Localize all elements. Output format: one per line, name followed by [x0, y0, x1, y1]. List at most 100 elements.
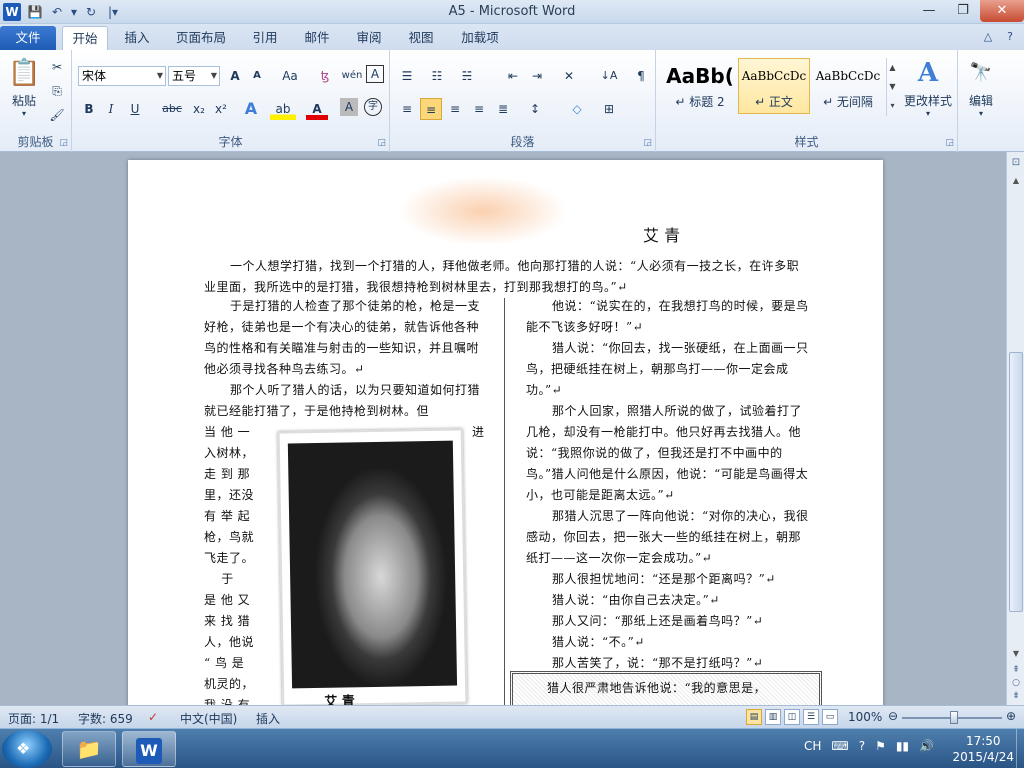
- styles-gallery-scroll[interactable]: ▲ ▼ ▾: [886, 58, 898, 116]
- paste-button[interactable]: 📋 粘贴 ▾: [4, 56, 44, 118]
- tab-view[interactable]: 视图: [398, 26, 444, 50]
- shrink-font-icon[interactable]: A: [246, 65, 268, 87]
- font-color-icon[interactable]: A: [306, 98, 328, 120]
- restore-button[interactable]: ❐: [946, 0, 980, 22]
- zoom-out-icon[interactable]: ⊖: [888, 709, 898, 723]
- show-marks-icon[interactable]: ¶: [630, 65, 652, 87]
- proofing-icon[interactable]: ✓: [148, 710, 158, 724]
- chinese-layout-icon[interactable]: ✕: [558, 65, 580, 87]
- help-icon[interactable]: ?: [1002, 29, 1018, 45]
- zoom-in-icon[interactable]: ⊕: [1006, 709, 1016, 723]
- multilevel-list-icon[interactable]: ☵: [456, 65, 478, 87]
- action-center-icon[interactable]: ⚑: [875, 739, 886, 753]
- outline-view-icon[interactable]: ☰: [803, 709, 819, 725]
- start-button[interactable]: ❖: [2, 730, 52, 768]
- sort-icon[interactable]: ↓A: [596, 65, 622, 87]
- ruler-toggle-icon[interactable]: ⊡: [1009, 156, 1023, 170]
- help-tray-icon[interactable]: ?: [859, 739, 865, 753]
- input-language[interactable]: CH: [804, 739, 821, 753]
- show-desktop-button[interactable]: [1016, 729, 1024, 768]
- font-name-combo[interactable]: 宋体 ▼: [78, 66, 166, 86]
- italic-icon[interactable]: I: [100, 98, 122, 120]
- style-heading-2[interactable]: AaBb( ↵ 标题 2: [664, 58, 736, 114]
- document-area[interactable]: 艾 青 一个人想学打猎，找到一个打猎的人，拜他做老师。他向那打猎的人说：“人必须…: [0, 152, 1006, 705]
- tab-file[interactable]: 文件: [0, 26, 56, 50]
- text-effects-icon[interactable]: A: [240, 98, 262, 120]
- highlight-icon[interactable]: ab: [270, 98, 296, 120]
- tab-review[interactable]: 审阅: [346, 26, 392, 50]
- change-styles-button[interactable]: A 更改样式 ▾: [900, 56, 956, 118]
- browse-object-icon[interactable]: ○: [1009, 676, 1023, 690]
- insert-mode[interactable]: 插入: [256, 710, 280, 727]
- borders-icon[interactable]: ⊞: [598, 98, 620, 120]
- page-count[interactable]: 页面: 1/1: [8, 710, 59, 727]
- font-size-combo[interactable]: 五号 ▼: [168, 66, 220, 86]
- copy-icon[interactable]: ⎘: [46, 80, 68, 102]
- phonetic-guide-icon[interactable]: wén: [338, 65, 366, 87]
- subscript-icon[interactable]: x₂: [188, 98, 210, 120]
- paste-dropdown-icon[interactable]: ▾: [4, 109, 44, 118]
- enclose-characters-icon[interactable]: 字: [364, 98, 382, 116]
- author-photo[interactable]: 艾 青: [277, 428, 468, 705]
- zoom-level[interactable]: 100%: [848, 710, 882, 724]
- chevron-down-icon[interactable]: ▼: [157, 67, 163, 85]
- print-layout-view-icon[interactable]: ▤: [746, 709, 762, 725]
- network-icon[interactable]: ▮▮: [896, 739, 909, 753]
- justify-icon[interactable]: ≡: [468, 98, 490, 120]
- vertical-scrollbar[interactable]: ⊡ ▲ ▼ ⇞ ○ ⇟: [1006, 152, 1024, 705]
- tab-home[interactable]: 开始: [62, 26, 108, 50]
- editing-button[interactable]: 🔭 编辑 ▾: [962, 56, 1000, 118]
- next-page-icon[interactable]: ⇟: [1009, 689, 1023, 703]
- chevron-down-icon[interactable]: ▼: [211, 67, 217, 85]
- previous-page-icon[interactable]: ⇞: [1009, 663, 1023, 677]
- scroll-thumb[interactable]: [1009, 352, 1023, 612]
- align-right-icon[interactable]: ≡: [444, 98, 466, 120]
- font-launcher-icon[interactable]: ◲: [377, 138, 386, 148]
- styles-launcher-icon[interactable]: ◲: [945, 138, 954, 148]
- style-no-spacing[interactable]: AaBbCcDc ↵ 无间隔: [812, 58, 884, 114]
- tab-insert[interactable]: 插入: [114, 26, 160, 50]
- tab-mailings[interactable]: 邮件: [294, 26, 340, 50]
- scroll-up-icon[interactable]: ▲: [1009, 174, 1023, 188]
- language-indicator[interactable]: 中文(中国): [180, 710, 237, 727]
- grow-font-icon[interactable]: A: [224, 65, 246, 87]
- volume-icon[interactable]: 🔊: [919, 739, 934, 753]
- paragraph-launcher-icon[interactable]: ◲: [643, 138, 652, 148]
- taskbar-word[interactable]: W: [122, 731, 176, 767]
- scroll-down-icon[interactable]: ▼: [1009, 647, 1023, 661]
- document-page[interactable]: 艾 青 一个人想学打猎，找到一个打猎的人，拜他做老师。他向那打猎的人说：“人必须…: [128, 160, 883, 705]
- minimize-ribbon-icon[interactable]: △: [980, 29, 996, 45]
- web-layout-view-icon[interactable]: ◫: [784, 709, 800, 725]
- tab-page-layout[interactable]: 页面布局: [168, 26, 234, 50]
- keyboard-icon[interactable]: ⌨: [831, 739, 848, 753]
- increase-indent-icon[interactable]: ⇥: [526, 65, 548, 87]
- tab-addins[interactable]: 加载项: [452, 26, 508, 50]
- align-center-icon[interactable]: ≡: [420, 98, 442, 120]
- close-button[interactable]: ✕: [980, 0, 1024, 22]
- underline-icon[interactable]: U: [124, 98, 146, 120]
- align-left-icon[interactable]: ≡: [396, 98, 418, 120]
- clear-formatting-icon[interactable]: ꜩ: [314, 65, 336, 87]
- clipboard-launcher-icon[interactable]: ◲: [59, 138, 68, 148]
- draft-view-icon[interactable]: ▭: [822, 709, 838, 725]
- taskbar-explorer[interactable]: 📁: [62, 731, 116, 767]
- format-painter-icon[interactable]: 🖌: [46, 104, 68, 126]
- distributed-icon[interactable]: ≣: [492, 98, 514, 120]
- change-case-icon[interactable]: Aa: [276, 65, 304, 87]
- character-shading-icon[interactable]: A: [340, 98, 358, 116]
- zoom-slider-thumb[interactable]: [950, 711, 958, 724]
- strikethrough-icon[interactable]: abc: [158, 98, 186, 120]
- minimize-button[interactable]: —: [912, 0, 946, 22]
- numbering-icon[interactable]: ☷: [426, 65, 448, 87]
- bullets-icon[interactable]: ☰: [396, 65, 418, 87]
- character-border-icon[interactable]: A: [366, 65, 384, 83]
- bold-icon[interactable]: B: [78, 98, 100, 120]
- superscript-icon[interactable]: x²: [210, 98, 232, 120]
- style-normal[interactable]: AaBbCcDc ↵ 正文: [738, 58, 810, 114]
- shading-icon[interactable]: ◇: [566, 98, 588, 120]
- full-screen-view-icon[interactable]: ▥: [765, 709, 781, 725]
- word-count[interactable]: 字数: 659: [78, 710, 133, 727]
- system-clock[interactable]: 17:50 2015/4/24: [952, 733, 1014, 765]
- line-spacing-icon[interactable]: ↕: [524, 98, 546, 120]
- cut-icon[interactable]: ✂: [46, 56, 68, 78]
